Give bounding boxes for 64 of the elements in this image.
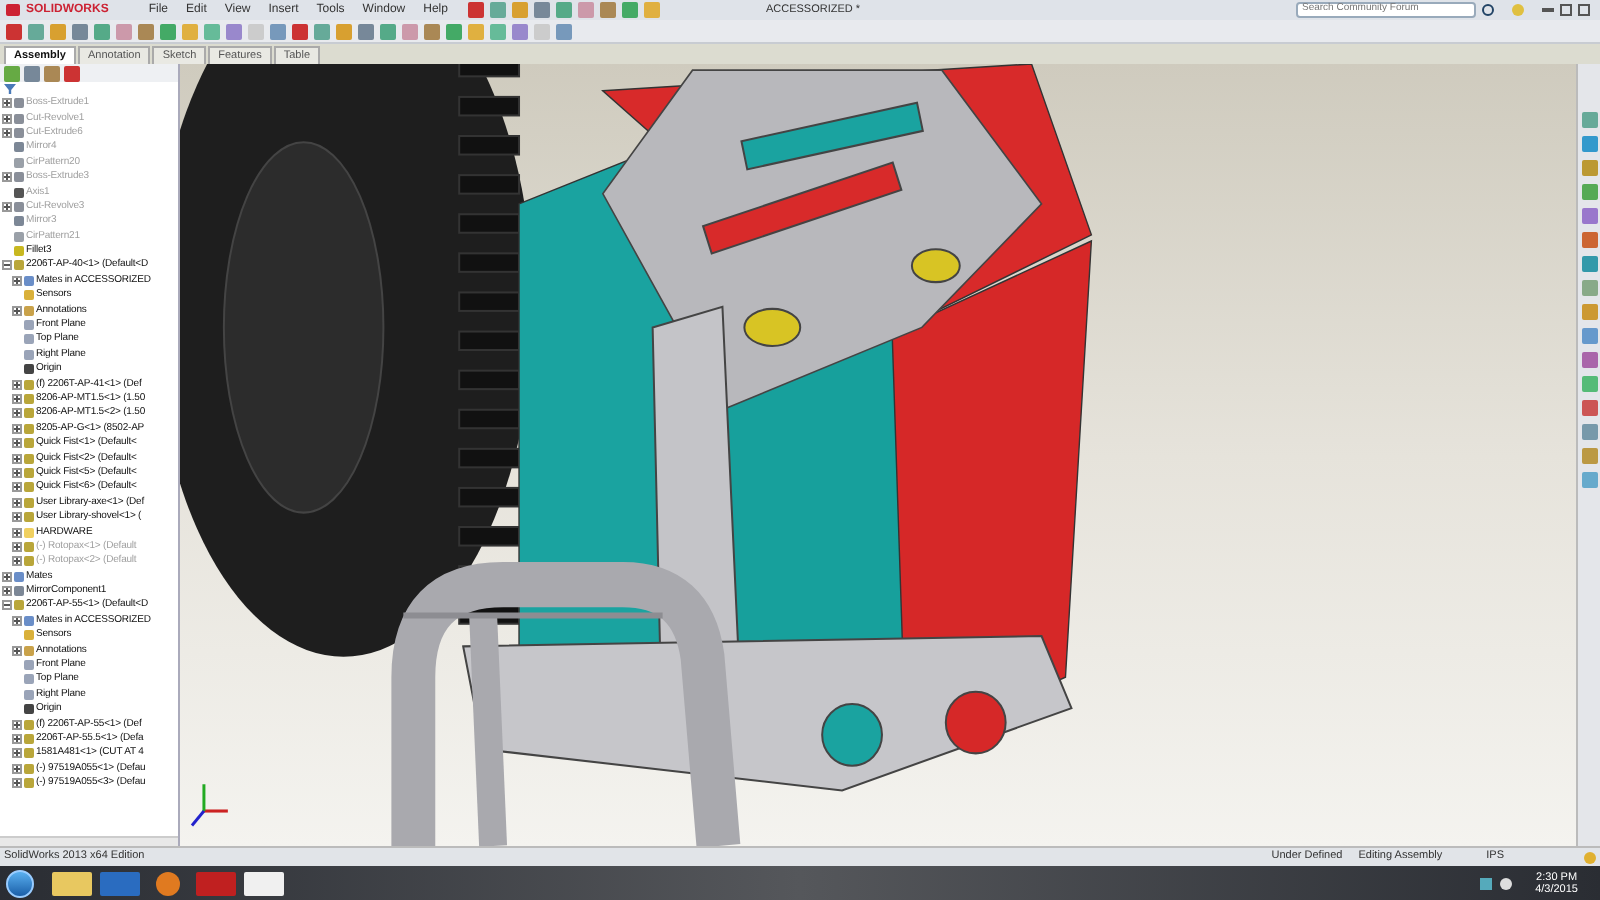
component-icon <box>14 600 24 611</box>
expand-toggle[interactable] <box>12 778 22 789</box>
expand-toggle[interactable] <box>2 201 12 212</box>
mates-icon <box>24 615 34 626</box>
expand-toggle[interactable] <box>12 645 22 656</box>
annotations-icon <box>24 645 34 656</box>
expand-toggle[interactable] <box>12 527 22 538</box>
collapse-toggle[interactable] <box>2 600 12 611</box>
expand-toggle[interactable] <box>12 615 22 626</box>
expand-toggle[interactable] <box>12 453 22 464</box>
fillet-icon <box>14 246 24 257</box>
axis-icon <box>14 187 24 198</box>
expand-toggle[interactable] <box>2 172 12 183</box>
horizontal-scrollbar[interactable] <box>0 836 178 846</box>
search-icon[interactable] <box>1482 4 1494 16</box>
logo-icon <box>6 4 20 16</box>
restore-icon[interactable] <box>1560 4 1572 16</box>
mirror-icon <box>14 142 24 153</box>
expand-toggle[interactable] <box>12 423 22 434</box>
expand-toggle[interactable] <box>12 438 22 449</box>
pattern-icon <box>14 157 24 168</box>
filter-icon[interactable] <box>4 84 16 94</box>
expand-toggle[interactable] <box>2 113 12 124</box>
expand-toggle[interactable] <box>2 586 12 597</box>
expand-toggle[interactable] <box>12 541 22 552</box>
expand-toggle[interactable] <box>12 482 22 493</box>
mirror-icon <box>14 586 24 597</box>
expand-toggle[interactable] <box>12 512 22 523</box>
expand-toggle[interactable] <box>12 748 22 759</box>
component-icon <box>14 260 24 271</box>
expand-toggle[interactable] <box>12 719 22 730</box>
expand-toggle[interactable] <box>12 497 22 508</box>
expand-toggle[interactable] <box>12 733 22 744</box>
axis-triad-icon <box>190 784 228 827</box>
pattern-icon <box>14 231 24 242</box>
volume-icon[interactable] <box>1499 877 1512 889</box>
expand-toggle[interactable] <box>2 127 12 138</box>
collapse-toggle[interactable] <box>2 260 12 271</box>
annotations-icon <box>24 305 34 316</box>
expand-toggle[interactable] <box>12 394 22 404</box>
start-button[interactable] <box>6 869 34 897</box>
expand-toggle[interactable] <box>12 379 22 390</box>
mates-icon <box>14 571 24 582</box>
sensors-icon <box>24 290 34 301</box>
folder-icon[interactable] <box>52 871 92 895</box>
expand-toggle[interactable] <box>12 275 22 286</box>
origin-icon <box>24 704 34 715</box>
origin-icon <box>24 364 34 375</box>
close-icon[interactable] <box>1578 4 1590 16</box>
expand-toggle[interactable] <box>12 305 22 316</box>
mates-icon <box>24 275 34 286</box>
expand-toggle[interactable] <box>2 571 12 582</box>
feature-icon <box>14 172 24 183</box>
sensors-icon <box>24 630 34 641</box>
expand-toggle[interactable] <box>12 556 22 567</box>
expand-toggle[interactable] <box>12 763 22 774</box>
feature-icon <box>14 201 24 212</box>
expand-toggle[interactable] <box>12 467 22 478</box>
network-icon[interactable] <box>1479 877 1492 889</box>
rebuild-icon[interactable] <box>1584 851 1596 863</box>
mirror-icon <box>14 216 24 227</box>
folder-icon <box>24 527 34 538</box>
expand-toggle[interactable] <box>2 98 12 109</box>
expand-toggle[interactable] <box>12 408 22 419</box>
